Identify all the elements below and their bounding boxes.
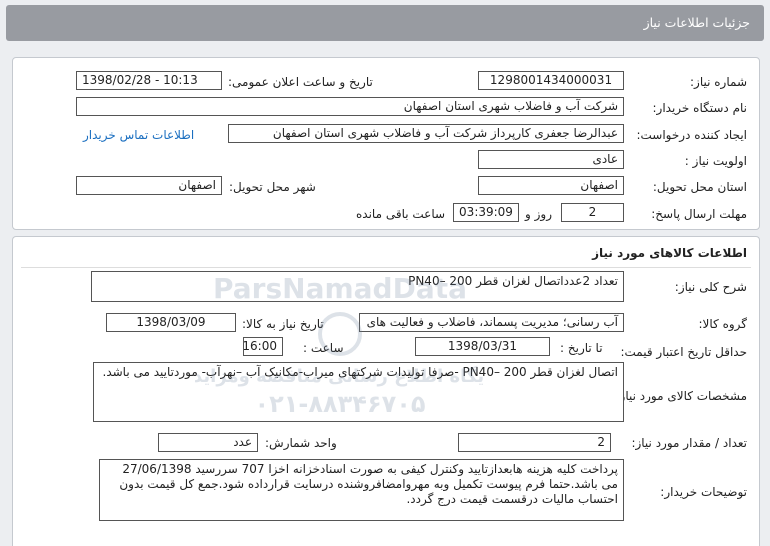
buyer-contact-link[interactable]: اطلاعات تماس خریدار [83, 128, 194, 142]
qty-label: تعداد / مقدار مورد نیاز: [631, 436, 747, 450]
validity-label: حداقل تاریخ اعتبار قیمت: [620, 345, 747, 359]
city-label: شهر محل تحویل: [229, 180, 316, 194]
time-field[interactable]: 16:00 [243, 337, 283, 356]
page-title: جزئیات اطلاعات نیاز [643, 15, 750, 30]
announce-field[interactable]: 1398/02/28 - 10:13 [76, 71, 222, 90]
need-number-field[interactable]: 1298001434000031 [478, 71, 624, 90]
time-label: ساعت : [303, 341, 344, 355]
priority-label: اولویت نیاز : [684, 154, 747, 168]
deadline-label: مهلت ارسال پاسخ: [651, 207, 747, 221]
section-divider [21, 267, 751, 268]
buyer-org-field[interactable]: شرکت آب و فاضلاب شهری استان اصفهان [76, 97, 624, 116]
need-number-label: شماره نیاز: [690, 75, 747, 89]
days-field[interactable]: 2 [561, 203, 624, 222]
to-date-label: تا تاریخ : [560, 341, 603, 355]
need-date-label: تاریخ نیاز به کالا: [242, 317, 324, 331]
unit-field[interactable]: عدد [158, 433, 258, 452]
notes-field[interactable]: پرداخت کلیه هزینه هابعدازتایید وکنترل کی… [99, 459, 624, 521]
notes-label: توضیحات خریدار: [660, 485, 747, 499]
buyer-org-label: نام دستگاه خریدار: [652, 101, 748, 115]
goods-section-title: اطلاعات کالاهای مورد نیاز [592, 246, 747, 260]
city-field[interactable]: اصفهان [76, 176, 222, 195]
summary-label: شرح کلی نیاز: [674, 280, 747, 294]
to-date-field[interactable]: 1398/03/31 [415, 337, 550, 356]
group-field[interactable]: آب رسانی؛ مدیریت پسماند، فاضلاب و فعالیت… [359, 313, 624, 332]
announce-label: تاریخ و ساعت اعلان عمومی: [228, 75, 373, 89]
qty-field[interactable]: 2 [458, 433, 611, 452]
time-left-field[interactable]: 03:39:09 [453, 203, 519, 222]
summary-field[interactable]: تعداد 2عدداتصال لغزان قطر 200 –PN40 [91, 271, 624, 302]
spec-field[interactable]: اتصال لغزان قطر 200 –PN40 -صرفا تولیدات … [93, 362, 624, 422]
goods-info-panel: اطلاعات کالاهای مورد نیاز شرح کلی نیاز: … [12, 236, 760, 546]
group-label: گروه کالا: [698, 317, 748, 331]
province-label: استان محل تحویل: [652, 180, 747, 194]
unit-label: واحد شمارش: [265, 436, 337, 450]
need-date-field[interactable]: 1398/03/09 [106, 313, 236, 332]
need-info-panel: شماره نیاز: 1298001434000031 تاریخ و ساع… [12, 57, 760, 230]
province-field[interactable]: اصفهان [478, 176, 624, 195]
time-left-suffix: ساعت باقی مانده [356, 207, 446, 221]
page-header: جزئیات اطلاعات نیاز [6, 5, 764, 41]
days-word: روز و [525, 207, 552, 221]
spec-label: مشخصات کالای مورد نیاز: [615, 389, 747, 403]
priority-field[interactable]: عادی [478, 150, 624, 169]
requester-field[interactable]: عبدالرضا جعفری کارپرداز شرکت آب و فاضلاب… [228, 124, 624, 143]
requester-label: ایجاد کننده درخواست: [636, 128, 747, 142]
